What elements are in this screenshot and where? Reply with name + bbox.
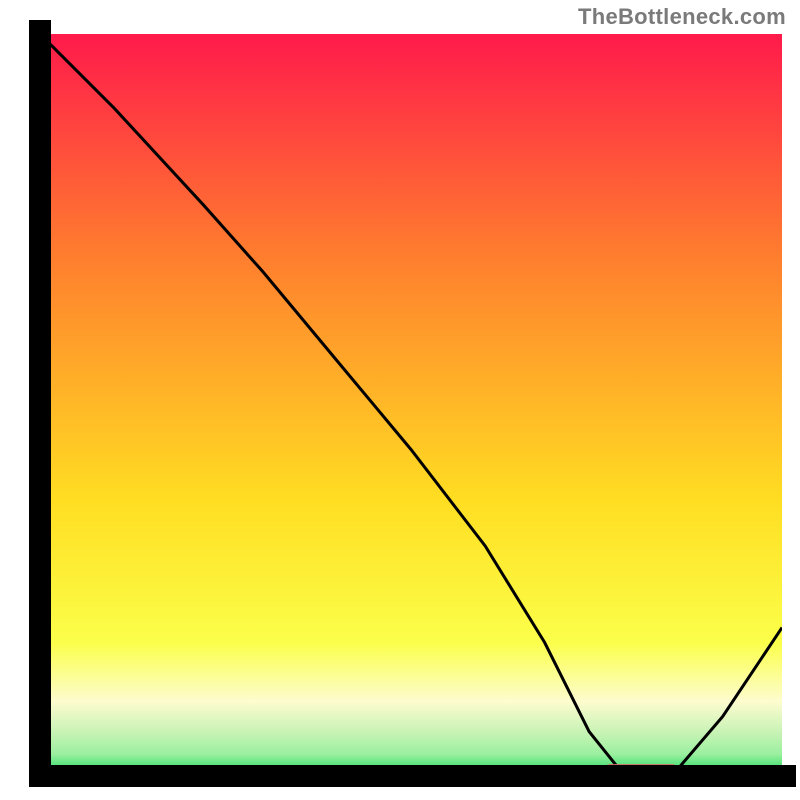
- gradient-background: [40, 34, 782, 776]
- bottleneck-chart: [0, 0, 800, 800]
